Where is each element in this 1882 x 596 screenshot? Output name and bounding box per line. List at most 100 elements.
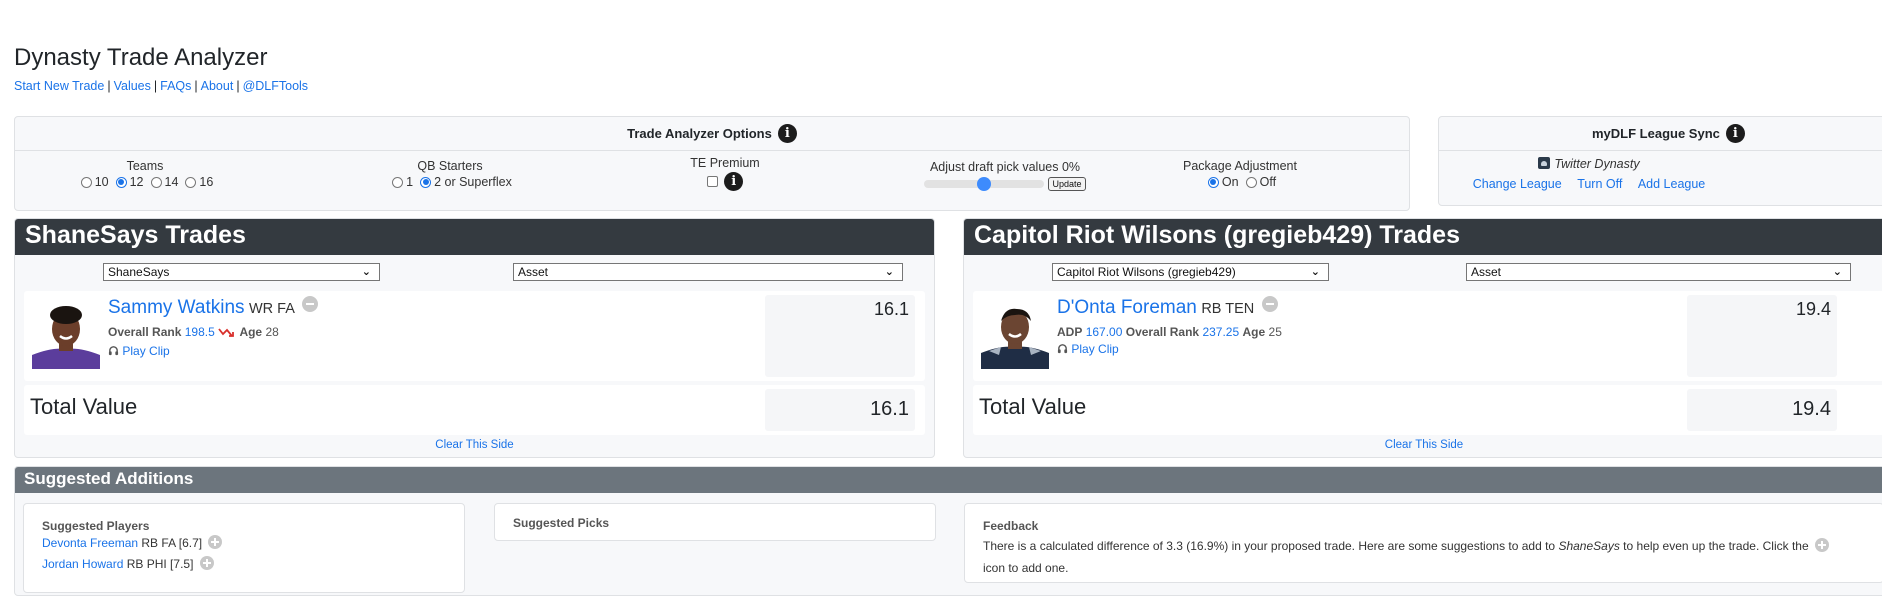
qb-radio-superflex[interactable]: [420, 176, 432, 188]
draft-pick-adjust-option: Adjust draft pick values 0% Update: [895, 160, 1115, 191]
trade-options-header: Trade Analyzer Options i: [15, 117, 1409, 151]
adp-label: ADP: [1057, 325, 1083, 339]
plus-icon: [1814, 538, 1829, 552]
feedback-title: Feedback: [983, 519, 1039, 533]
player-avatar: [981, 301, 1049, 369]
add-player-icon[interactable]: [199, 556, 214, 570]
team-select[interactable]: ShaneSays ⌄: [103, 263, 380, 281]
qb-starters-option: QB Starters 1 2 or Superflex: [370, 159, 530, 191]
draft-pick-slider[interactable]: [924, 176, 1045, 191]
teams-option: Teams 10 12 14 16: [75, 159, 215, 191]
suggested-player-item: Devonta Freeman RB FA [6.7]: [42, 535, 223, 550]
te-premium-checkbox[interactable]: [706, 176, 718, 187]
change-league-link[interactable]: Change League: [1473, 177, 1562, 191]
nav-separator: |: [194, 79, 198, 93]
suggested-additions-section: Suggested Additions Suggested Players De…: [14, 466, 1882, 596]
feedback-text-part: to help even up the trade. Click the: [1619, 539, 1812, 553]
sync-links: Change League Turn Off Add League: [1439, 177, 1739, 191]
player-headshot: [981, 301, 1049, 369]
league-sync-header: myDLF League Sync i: [1439, 117, 1882, 151]
teams-radio-label: 10: [94, 175, 109, 189]
teams-radio-label: 12: [129, 175, 144, 189]
total-label: Total Value: [30, 394, 138, 419]
info-icon[interactable]: i: [1725, 124, 1745, 143]
draft-pick-adjust-label: Adjust draft pick values 0%: [929, 160, 1081, 174]
turn-off-link[interactable]: Turn Off: [1577, 177, 1622, 191]
asset-select[interactable]: Asset ⌄: [513, 263, 903, 281]
player-value: 19.4: [1687, 295, 1837, 377]
league-sync-card: myDLF League Sync i Twitter Dynasty Chan…: [1438, 116, 1882, 206]
package-radio-on[interactable]: [1207, 176, 1219, 188]
trade-options-card: Trade Analyzer Options i Teams 10 12 14 …: [14, 116, 1410, 211]
info-icon[interactable]: i: [777, 124, 797, 143]
update-button[interactable]: Update: [1048, 176, 1086, 191]
remove-player-icon[interactable]: [1261, 296, 1278, 312]
nav-separator: |: [107, 79, 111, 93]
asset-select[interactable]: Asset ⌄: [1466, 263, 1851, 281]
player-headshot: [32, 301, 100, 369]
nav-faqs[interactable]: FAQs: [160, 79, 191, 93]
chevron-down-icon: ⌄: [884, 266, 894, 278]
suggested-player-link[interactable]: Devonta Freeman: [42, 536, 138, 550]
qb-radio-label: 1: [406, 175, 414, 189]
feedback-text-part: icon to add one.: [983, 561, 1069, 575]
suggested-picks-title: Suggested Picks: [513, 516, 610, 530]
suggested-player-info: RB PHI [7.5]: [126, 557, 194, 571]
side-title: ShaneSays Trades: [15, 219, 934, 255]
nav-about[interactable]: About: [201, 79, 234, 93]
slider-thumb[interactable]: [977, 176, 992, 191]
teams-radio-14[interactable]: [150, 176, 162, 188]
team-select[interactable]: Capitol Riot Wilsons (gregieb429) ⌄: [1052, 263, 1329, 281]
league-sync-title: myDLF League Sync: [1592, 126, 1720, 141]
player-name-link[interactable]: D'Onta Foreman: [1057, 297, 1197, 318]
package-radio-off[interactable]: [1245, 176, 1257, 188]
package-adjustment-label: Package Adjustment: [1183, 159, 1297, 173]
teams-label: Teams: [126, 159, 164, 173]
age-value: 28: [265, 325, 279, 339]
feedback-text-part: There is a calculated difference of 3.3 …: [983, 539, 1559, 553]
player-title-line: D'Onta Foreman RB TEN: [1057, 296, 1278, 319]
feedback-team-name: ShaneSays: [1558, 539, 1620, 553]
nav-start-new-trade[interactable]: Start New Trade: [14, 79, 104, 93]
chevron-down-icon: ⌄: [361, 266, 371, 278]
teams-radio-label: 14: [164, 175, 179, 189]
add-league-link[interactable]: Add League: [1638, 177, 1705, 191]
page-title: Dynasty Trade Analyzer: [14, 44, 268, 71]
trend-down-icon: [218, 328, 234, 337]
top-nav: Start New Trade | Values | FAQs | About | @DLFTo…: [14, 79, 308, 93]
team-select-value: Capitol Riot Wilsons (gregieb429): [1057, 265, 1236, 279]
clear-side-link[interactable]: Clear This Side: [15, 439, 934, 451]
suggested-additions-title: Suggested Additions: [15, 467, 1882, 493]
asset-select-value: Asset: [1471, 265, 1502, 279]
info-icon[interactable]: i: [724, 172, 744, 191]
suggested-player-link[interactable]: Jordan Howard: [42, 557, 123, 571]
clear-side-link[interactable]: Clear This Side: [964, 439, 1882, 451]
qb-radio-1[interactable]: [392, 176, 404, 188]
te-premium-label: TE Premium: [690, 156, 760, 170]
chevron-down-icon: ⌄: [1832, 266, 1842, 278]
headphones-icon: [108, 346, 119, 356]
remove-player-icon[interactable]: [302, 296, 319, 312]
play-clip-link[interactable]: Play Clip: [1057, 342, 1119, 356]
teams-radio-12[interactable]: [115, 176, 127, 188]
feedback-text: There is a calculated difference of 3.3 …: [983, 535, 1853, 579]
nav-values[interactable]: Values: [114, 79, 151, 93]
teams-radio-10[interactable]: [80, 176, 92, 188]
package-radio-label: Off: [1259, 175, 1277, 189]
add-player-icon[interactable]: [208, 535, 223, 549]
league-logo-icon: [1538, 157, 1551, 169]
player-name-link[interactable]: Sammy Watkins: [108, 297, 245, 318]
age-value: 25: [1268, 325, 1282, 339]
nav-dlftools[interactable]: @DLFTools: [243, 79, 309, 93]
headphones-icon: [1057, 344, 1068, 354]
suggested-players-title: Suggested Players: [42, 519, 150, 533]
nav-separator: |: [236, 79, 240, 93]
rank-value: 237.25: [1202, 325, 1240, 339]
player-row: D'Onta Foreman RB TEN ADP 167.00 Overall…: [973, 291, 1882, 381]
play-clip-link[interactable]: Play Clip: [108, 344, 170, 358]
player-value: 16.1: [765, 295, 915, 377]
teams-radio-label: 16: [199, 175, 214, 189]
trade-options-title: Trade Analyzer Options: [627, 126, 772, 141]
adp-value: 167.00: [1085, 325, 1123, 339]
teams-radio-16[interactable]: [185, 176, 197, 188]
